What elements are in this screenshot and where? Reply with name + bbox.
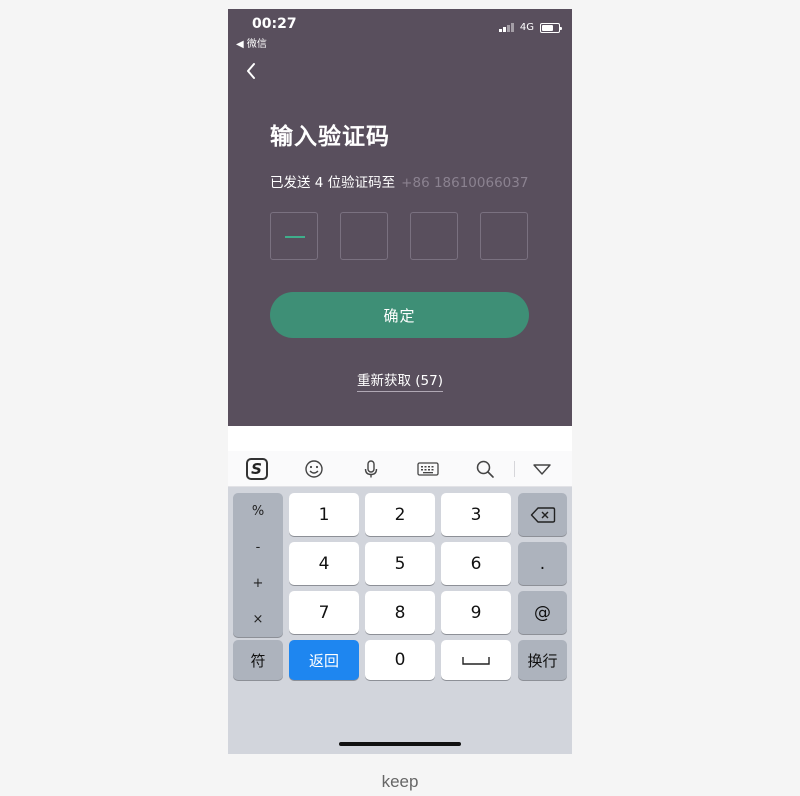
page-title: 输入验证码	[270, 124, 390, 150]
key-5[interactable]: 5	[365, 542, 435, 585]
key-percent[interactable]: %	[233, 493, 283, 529]
image-caption: keep	[381, 772, 419, 791]
emoji-icon[interactable]	[285, 451, 342, 487]
key-space[interactable]	[441, 640, 511, 680]
key-symbols[interactable]: 符	[233, 640, 283, 680]
phone-screen: 00:27 ◀ 微信 4G 输入验证码 已发送 4 位验证码至 +86 18610…	[228, 9, 572, 754]
key-9[interactable]: 9	[441, 591, 511, 634]
key-0[interactable]: 0	[365, 640, 435, 680]
code-input-group	[270, 212, 528, 260]
back-to-app-link[interactable]: ◀ 微信	[236, 35, 267, 50]
back-arrow-icon[interactable]	[240, 59, 264, 83]
search-icon[interactable]	[456, 451, 513, 487]
toolbar-divider	[514, 461, 515, 477]
key-multiply[interactable]: ×	[233, 601, 283, 637]
battery-icon	[540, 22, 562, 33]
code-digit-2[interactable]	[340, 212, 388, 260]
signal-icon	[498, 23, 514, 32]
key-backspace[interactable]	[518, 493, 567, 536]
microphone-icon[interactable]	[342, 451, 399, 487]
key-dot[interactable]: .	[518, 542, 567, 585]
network-type: 4G	[519, 22, 534, 33]
key-6[interactable]: 6	[441, 542, 511, 585]
sogou-logo-icon[interactable]: S	[228, 451, 285, 487]
key-4[interactable]: 4	[289, 542, 359, 585]
backspace-icon	[530, 506, 555, 523]
collapse-keyboard-icon[interactable]	[513, 451, 570, 487]
resend-row: 重新获取 (57)	[228, 369, 572, 392]
status-indicators: 4G	[498, 22, 562, 33]
key-1[interactable]: 1	[289, 493, 359, 536]
code-sent-text: 已发送 4 位验证码至	[270, 175, 396, 191]
resend-code-link[interactable]: 重新获取 (57)	[356, 373, 443, 392]
keyboard-icon[interactable]	[399, 451, 456, 487]
code-digit-1[interactable]	[270, 212, 318, 260]
key-3[interactable]: 3	[441, 493, 511, 536]
verification-screen: 00:27 ◀ 微信 4G 输入验证码 已发送 4 位验证码至 +86 18610…	[228, 9, 572, 426]
confirm-button[interactable]: 确定	[270, 292, 529, 338]
key-2[interactable]: 2	[365, 493, 435, 536]
code-digit-3[interactable]	[410, 212, 458, 260]
key-return[interactable]: 返回	[289, 640, 359, 680]
home-indicator[interactable]	[339, 742, 461, 746]
numeric-keyboard: % - + × 1 2 3 4 5 6 . 7 8 9 @ 符 返回 0 换行	[228, 487, 572, 754]
code-sent-notice: 已发送 4 位验证码至 +86 18610066037	[270, 171, 528, 191]
input-cursor	[285, 236, 305, 238]
keyboard-toolbar: S	[228, 451, 572, 487]
symbol-column[interactable]: % - + ×	[233, 493, 283, 637]
key-8[interactable]: 8	[365, 591, 435, 634]
phone-number: +86 18610066037	[401, 175, 529, 191]
keyboard-spacer	[228, 426, 572, 451]
space-icon	[462, 657, 490, 665]
code-digit-4[interactable]	[480, 212, 528, 260]
key-newline[interactable]: 换行	[518, 640, 567, 680]
key-plus[interactable]: +	[233, 565, 283, 601]
key-minus[interactable]: -	[233, 529, 283, 565]
key-7[interactable]: 7	[289, 591, 359, 634]
key-at[interactable]: @	[518, 591, 567, 634]
status-time: 00:27	[252, 16, 297, 32]
